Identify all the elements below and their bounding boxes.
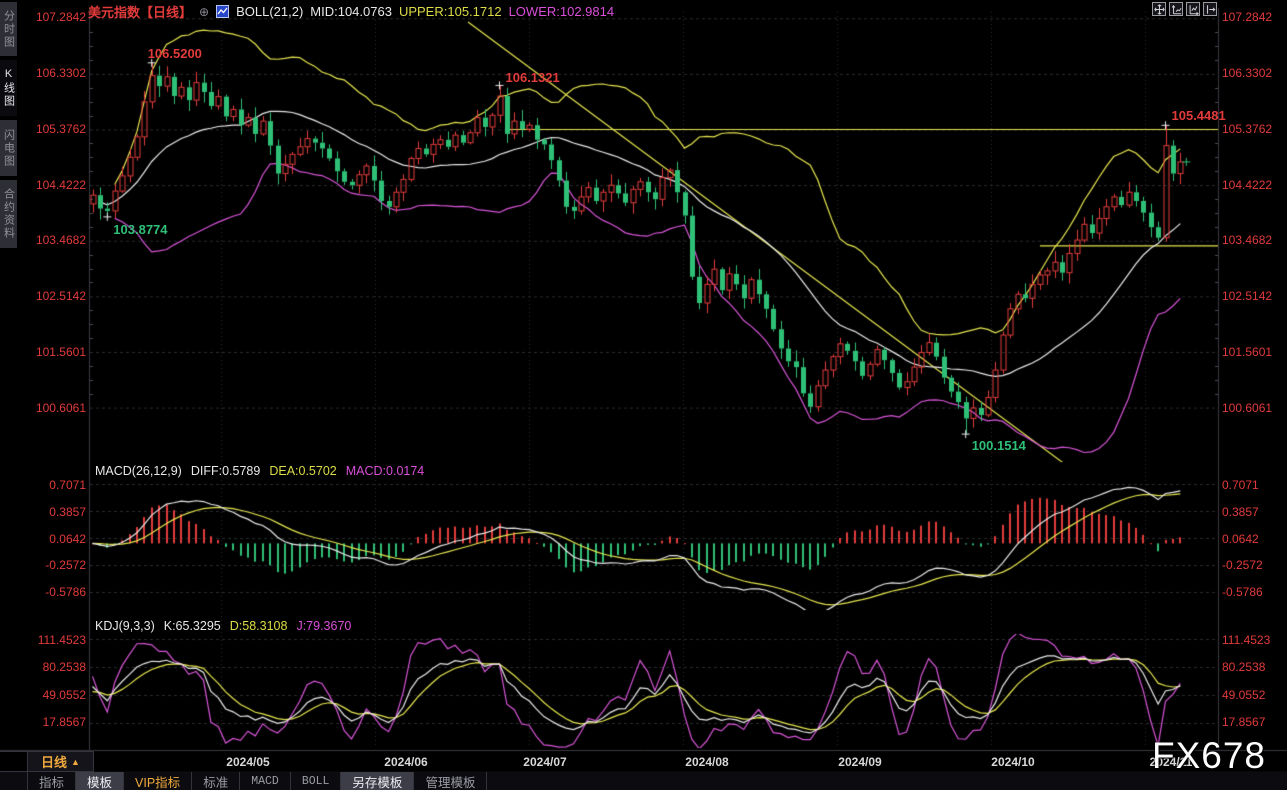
macd-y-axis-left: 0.70710.38570.0642-0.2572-0.5786 xyxy=(28,479,86,598)
price-high-label: 105.4481 xyxy=(1172,108,1226,123)
shift-chart-button[interactable] xyxy=(1203,2,1217,16)
x-axis-label: 2024/07 xyxy=(523,755,566,769)
boll-upper-value: UPPER:105.1712 xyxy=(399,4,502,19)
x-axis-label: 2024/08 xyxy=(685,755,728,769)
price-low-label: 103.8774 xyxy=(113,222,167,237)
price-high-label: 106.1321 xyxy=(506,70,560,85)
move-tool-button[interactable] xyxy=(1152,2,1166,16)
kdj-d-value: D:58.3108 xyxy=(230,619,288,634)
link-icon[interactable]: ⊕ xyxy=(199,5,209,19)
macd-panel-header: MACD(26,12,9) DIFF:0.5789 DEA:0.5702 MAC… xyxy=(95,464,424,479)
tab-boll[interactable]: BOLL xyxy=(291,772,342,790)
macd-y-axis-right: 0.70710.38570.0642-0.2572-0.5786 xyxy=(1222,479,1282,598)
kdj-y-axis-left: 111.452380.253849.055217.8567 xyxy=(28,634,86,728)
boll-mid-value: MID:104.0763 xyxy=(310,4,392,19)
kdj-y-axis-right: 111.452380.253849.055217.8567 xyxy=(1222,634,1282,728)
boll-lower-value: LOWER:102.9814 xyxy=(509,4,615,19)
macd-title: MACD(26,12,9) xyxy=(95,464,182,479)
sidebar-item-flash-chart[interactable]: 闪电图 xyxy=(0,120,17,176)
mini-chart-icon xyxy=(216,5,229,18)
x-axis-label: 2024/06 xyxy=(384,755,427,769)
x-axis-label: 2024/09 xyxy=(838,755,881,769)
tab-standard[interactable]: 标准 xyxy=(192,772,240,790)
trading-terminal: { "header": { "symbol_title": "美元指数【日线】"… xyxy=(0,0,1287,790)
x-axis-label: 2024/10 xyxy=(991,755,1034,769)
main-chart-canvas[interactable] xyxy=(0,0,1287,790)
chart-header: 美元指数【日线】 ⊕ BOLL(21,2) MID:104.0763 UPPER… xyxy=(88,3,614,20)
tab-macd[interactable]: MACD xyxy=(240,772,291,790)
macd-diff-value: DIFF:0.5789 xyxy=(191,464,260,479)
main-y-axis-left: 107.2842106.3302105.3762104.4222103.4682… xyxy=(28,11,86,414)
macd-dea-value: DEA:0.5702 xyxy=(269,464,336,479)
scale-y-axis-button[interactable] xyxy=(1169,2,1183,16)
period-arrow-icon: ▲ xyxy=(71,757,80,767)
fx678-watermark: FX678 xyxy=(1152,735,1266,777)
x-axis-label: 2024/05 xyxy=(226,755,269,769)
scale-x-axis-button[interactable] xyxy=(1186,2,1200,16)
kdj-j-value: J:79.3670 xyxy=(296,619,351,634)
kdj-title: KDJ(9,3,3) xyxy=(95,619,155,634)
sidebar-item-time-chart[interactable]: 分时图 xyxy=(0,2,17,56)
kdj-k-value: K:65.3295 xyxy=(164,619,221,634)
sidebar-item-candle-chart[interactable]: K线图 xyxy=(0,60,17,116)
price-high-label: 106.5200 xyxy=(148,46,202,61)
sidebar-item-contract-info[interactable]: 合约资料 xyxy=(0,180,17,248)
tab-save-template[interactable]: 另存模板 xyxy=(341,772,414,790)
tab-vip-indicators[interactable]: VIP指标 xyxy=(124,772,192,790)
price-low-label: 100.1514 xyxy=(972,438,1026,453)
period-selector[interactable]: 日线 ▲ xyxy=(27,751,94,772)
chart-toolbar xyxy=(1152,2,1217,16)
tab-templates[interactable]: 模板 xyxy=(76,772,124,790)
axis-corner-cell xyxy=(0,751,27,772)
tab-indicators[interactable]: 指标 xyxy=(27,772,76,790)
tab-manage-template[interactable]: 管理模板 xyxy=(414,772,487,790)
boll-label: BOLL(21,2) xyxy=(236,4,303,19)
symbol-title: 美元指数【日线】 xyxy=(88,2,192,21)
chart-type-sidebar: 分时图 K线图 闪电图 合约资料 xyxy=(0,0,17,250)
kdj-panel-header: KDJ(9,3,3) K:65.3295 D:58.3108 J:79.3670 xyxy=(95,619,351,634)
indicator-tab-bar: 指标 模板 VIP指标 标准 MACD BOLL 另存模板 管理模板 xyxy=(0,772,1287,790)
main-y-axis-right: 107.2842106.3302105.3762104.4222103.4682… xyxy=(1222,11,1282,414)
period-label: 日线 xyxy=(41,752,67,771)
macd-macd-value: MACD:0.0174 xyxy=(346,464,425,479)
